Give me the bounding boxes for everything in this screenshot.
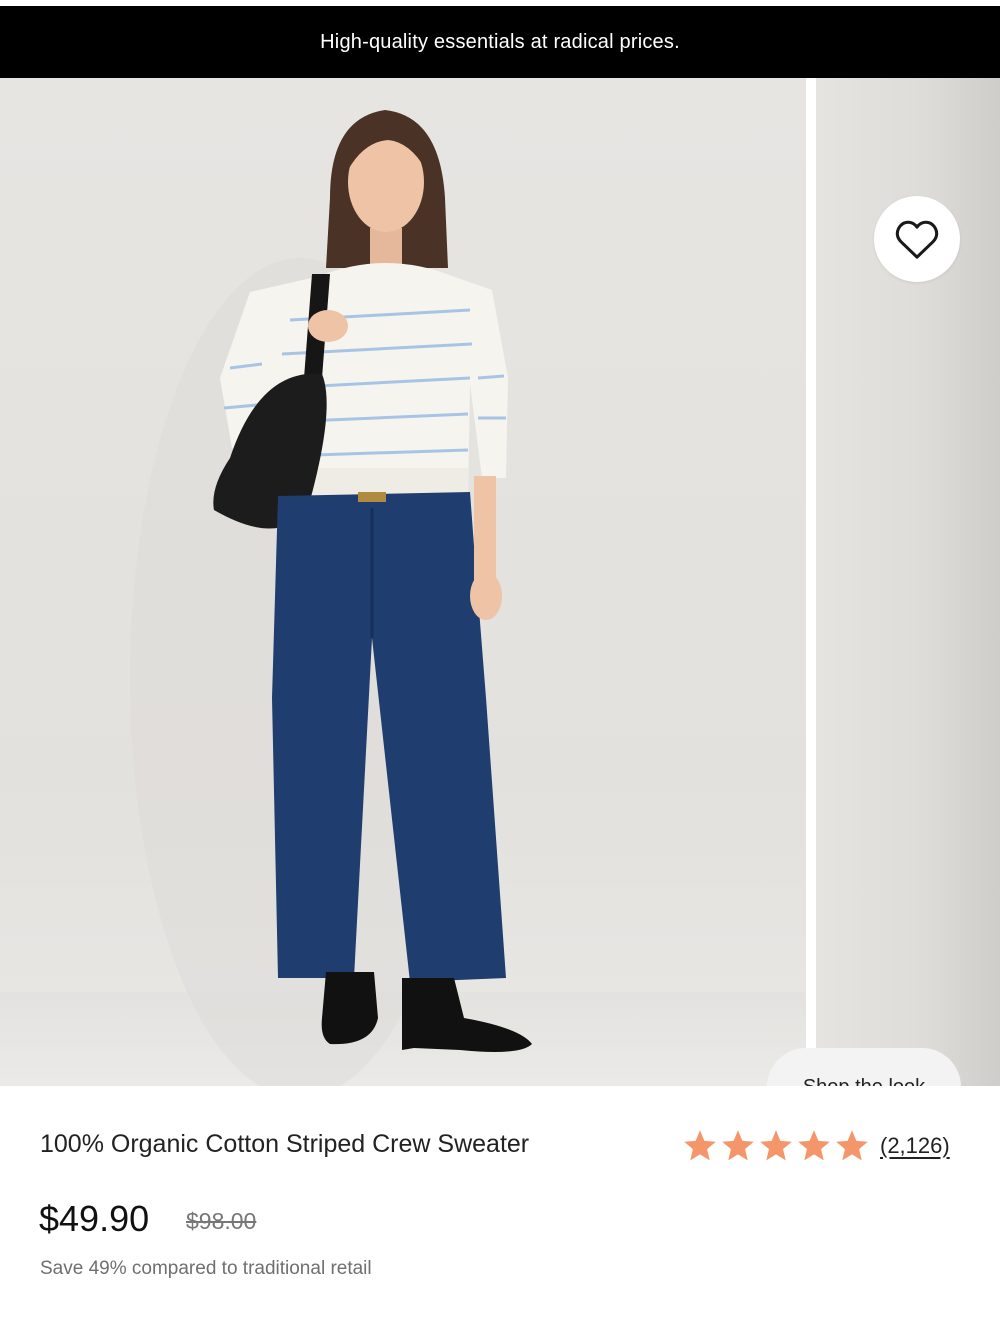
gallery-divider: [806, 78, 816, 1086]
star-icon: [722, 1130, 754, 1161]
favorite-button[interactable]: [874, 196, 960, 282]
shop-the-look-button[interactable]: Shop the look: [767, 1048, 961, 1086]
review-count-link[interactable]: (2,126): [880, 1133, 950, 1159]
product-image-gallery[interactable]: Shop the look: [0, 78, 1000, 1086]
promo-banner-text: High-quality essentials at radical price…: [320, 30, 680, 53]
product-rating[interactable]: (2,126): [682, 1126, 950, 1166]
compare-at-price: $98.00: [186, 1208, 257, 1234]
model-photo: [130, 110, 532, 1086]
product-title: 100% Organic Cotton Striped Crew Sweater: [40, 1130, 530, 1158]
promo-banner: High-quality essentials at radical price…: [0, 6, 1000, 78]
savings-text: Save 49% compared to traditional retail: [40, 1258, 372, 1279]
sale-price: $49.90: [39, 1198, 150, 1239]
star-icon: [798, 1130, 830, 1161]
star-icon: [760, 1130, 792, 1161]
product-image-main[interactable]: [0, 78, 806, 1086]
star-icon: [684, 1130, 716, 1161]
product-info: 100% Organic Cotton Striped Crew Sweater…: [0, 1086, 1000, 1333]
star-icon: [836, 1130, 868, 1161]
heart-outline-icon: [895, 220, 939, 259]
shop-the-look-label: Shop the look: [803, 1076, 925, 1087]
rating-stars: [682, 1128, 870, 1164]
